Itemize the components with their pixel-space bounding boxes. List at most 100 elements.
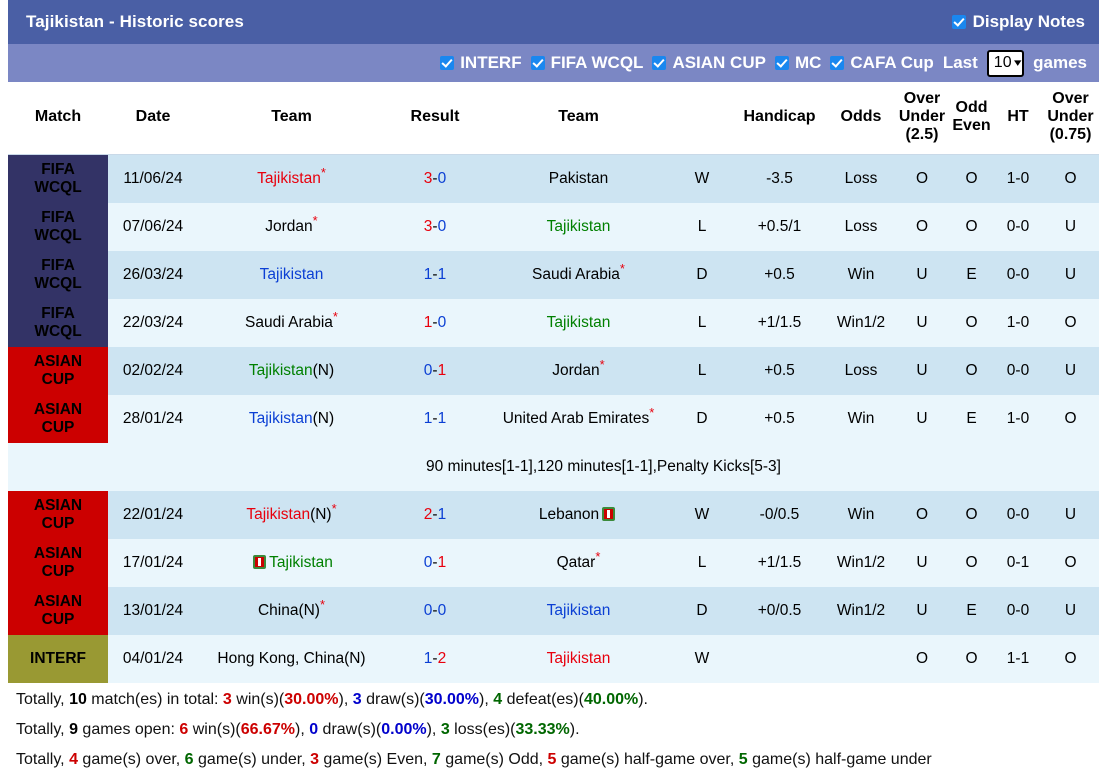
odd-even-value: O — [949, 538, 994, 587]
cafa-cup-checkbox-icon[interactable] — [830, 56, 845, 70]
s2-t3: win(s)( — [188, 720, 241, 738]
table-row[interactable]: ASIAN CUP 17/01/24 Tajikistan 0-1 Qatar* L +1/1… — [8, 538, 1099, 587]
table-row[interactable]: ASIAN CUP 22/01/24 Tajikistan(N)* 2-1 Lebanon… — [8, 490, 1099, 539]
over-under-25-value: O — [895, 154, 949, 203]
result-outcome: L — [672, 298, 732, 347]
home-team[interactable]: Tajikistan(N) — [198, 346, 385, 395]
home-team[interactable]: Saudi Arabia* — [198, 298, 385, 347]
home-team[interactable]: Tajikistan(N)* — [198, 490, 385, 539]
away-team[interactable]: Tajikistan — [485, 634, 672, 683]
filter-asian-cup[interactable]: ASIAN CUP — [652, 53, 766, 73]
table-row[interactable]: FIFA WCQL 11/06/24 Tajikistan* 3-0 Pakistan W -… — [8, 154, 1099, 203]
away-team[interactable]: Pakistan — [485, 154, 672, 203]
over-under-075-value: U — [1042, 490, 1099, 539]
asian-cup-checkbox-icon[interactable] — [652, 56, 667, 70]
odds-result: Win — [827, 394, 895, 443]
filter-cafa-cup-label: CAFA Cup — [850, 53, 934, 72]
table-body: FIFA WCQL 11/06/24 Tajikistan* 3-0 Pakistan W -… — [8, 154, 1099, 683]
table-row[interactable]: ASIAN CUP 02/02/24 Tajikistan(N) 0-1 Jordan* L… — [8, 346, 1099, 395]
match-date: 07/06/24 — [108, 202, 198, 251]
table-row[interactable]: FIFA WCQL 22/03/24 Saudi Arabia* 1-0 Tajikist… — [8, 298, 1099, 347]
s1-defeats: 4 — [493, 690, 503, 708]
match-score: 1-1 — [385, 394, 485, 443]
handicap-value: -0/0.5 — [732, 490, 827, 539]
odds-result: Loss — [827, 202, 895, 251]
red-card-icon — [602, 506, 616, 521]
fifa-wcql-checkbox-icon[interactable] — [530, 56, 545, 70]
chevron-down-icon: ▾ — [1013, 56, 1022, 69]
odds-result: Loss — [827, 346, 895, 395]
over-under-25-value: U — [895, 538, 949, 587]
over-under-075-value: O — [1042, 154, 1099, 203]
filter-interf[interactable]: INTERF — [440, 53, 522, 73]
team-name: Tajikistan — [546, 649, 611, 667]
odd-even-value: O — [949, 346, 994, 395]
filter-mc[interactable]: MC — [774, 53, 822, 73]
col-outcome — [672, 82, 732, 155]
over-under-25-value: U — [895, 346, 949, 395]
filter-mc-label: MC — [794, 53, 822, 72]
match-date: 22/01/24 — [108, 490, 198, 539]
away-team[interactable]: Jordan* — [485, 346, 672, 395]
table-row[interactable]: FIFA WCQL 07/06/24 Jordan* 3-0 Tajikistan L +0.… — [8, 202, 1099, 251]
col-handicap: Handicap — [732, 82, 827, 155]
col-team-away: Team — [485, 82, 672, 155]
s2-loss-pct: 33.33% — [515, 720, 570, 738]
league-badge: ASIAN CUP — [8, 538, 108, 587]
filter-cafa-cup[interactable]: CAFA Cup — [830, 53, 934, 73]
away-team[interactable]: Saudi Arabia* — [485, 250, 672, 299]
odd-even-value: O — [949, 202, 994, 251]
home-marker-icon: * — [595, 548, 601, 564]
team-name: Tajikistan — [248, 409, 313, 427]
away-team[interactable]: Lebanon — [485, 490, 672, 539]
match-score: 3-0 — [385, 154, 485, 203]
filter-fifa-wcql[interactable]: FIFA WCQL — [530, 53, 643, 73]
away-team[interactable]: Tajikistan — [485, 586, 672, 635]
over-under-25-value: O — [895, 490, 949, 539]
home-team[interactable]: Jordan* — [198, 202, 385, 251]
home-team[interactable]: China(N)* — [198, 586, 385, 635]
home-team[interactable]: Hong Kong, China(N) — [198, 634, 385, 683]
historic-scores-page: Tajikistan - Historic scores Display Not… — [0, 0, 1099, 768]
col-over-under-075: Over Under (0.75) — [1042, 82, 1099, 155]
interf-checkbox-icon[interactable] — [440, 56, 455, 70]
table-row[interactable]: INTERF 04/01/24 Hong Kong, China(N) 1-2 Taji… — [8, 634, 1099, 683]
team-name: Pakistan — [548, 169, 609, 187]
display-notes-toggle[interactable]: Display Notes — [951, 12, 1085, 32]
over-under-25-value: U — [895, 298, 949, 347]
display-notes-label: Display Notes — [972, 12, 1085, 31]
team-name: Lebanon — [538, 505, 600, 523]
s1-t4: ), — [338, 690, 353, 708]
table-row[interactable]: ASIAN CUP 13/01/24 China(N)* 0-0 Tajikistan D +… — [8, 586, 1099, 635]
league-filter-bar: INTERF FIFA WCQL ASIAN CUP MC CAFA Cup L… — [0, 44, 1099, 82]
home-team[interactable]: Tajikistan(N) — [198, 394, 385, 443]
away-team[interactable]: United Arab Emirates* — [485, 394, 672, 443]
s3-over: 4 — [69, 750, 78, 768]
games-count-select[interactable]: 10 ▾ — [986, 49, 1025, 77]
league-badge: ASIAN CUP — [8, 394, 108, 443]
over-under-25-value: U — [895, 250, 949, 299]
s1-total: 10 — [69, 690, 87, 708]
mc-checkbox-icon[interactable] — [774, 56, 789, 70]
away-team[interactable]: Tajikistan — [485, 298, 672, 347]
home-team[interactable]: Tajikistan — [198, 538, 385, 587]
s1-t7: defeat(es)( — [502, 690, 584, 708]
half-time-score: 0-1 — [994, 538, 1042, 587]
display-notes-checkbox-icon[interactable] — [951, 15, 966, 29]
table-row[interactable]: FIFA WCQL 26/03/24 Tajikistan 1-1 Saudi Arabi… — [8, 250, 1099, 299]
home-marker-icon: * — [312, 212, 318, 228]
home-team[interactable]: Tajikistan — [198, 250, 385, 299]
odd-even-value: E — [949, 394, 994, 443]
home-team[interactable]: Tajikistan* — [198, 154, 385, 203]
half-time-score: 1-0 — [994, 394, 1042, 443]
away-team[interactable]: Qatar* — [485, 538, 672, 587]
s1-defeat-pct: 40.00% — [583, 690, 639, 708]
table-row[interactable]: ASIAN CUP 28/01/24 Tajikistan(N) 1-1 United A… — [8, 394, 1099, 443]
handicap-value: +1/1.5 — [732, 538, 827, 587]
col-result: Result — [385, 82, 485, 155]
odds-result: Loss — [827, 154, 895, 203]
odd-even-value: E — [949, 586, 994, 635]
away-team[interactable]: Tajikistan — [485, 202, 672, 251]
summary-line-1: Totally, 10 match(es) in total: 3 win(s)… — [16, 690, 1083, 710]
ou25-line1: Over — [903, 90, 941, 107]
